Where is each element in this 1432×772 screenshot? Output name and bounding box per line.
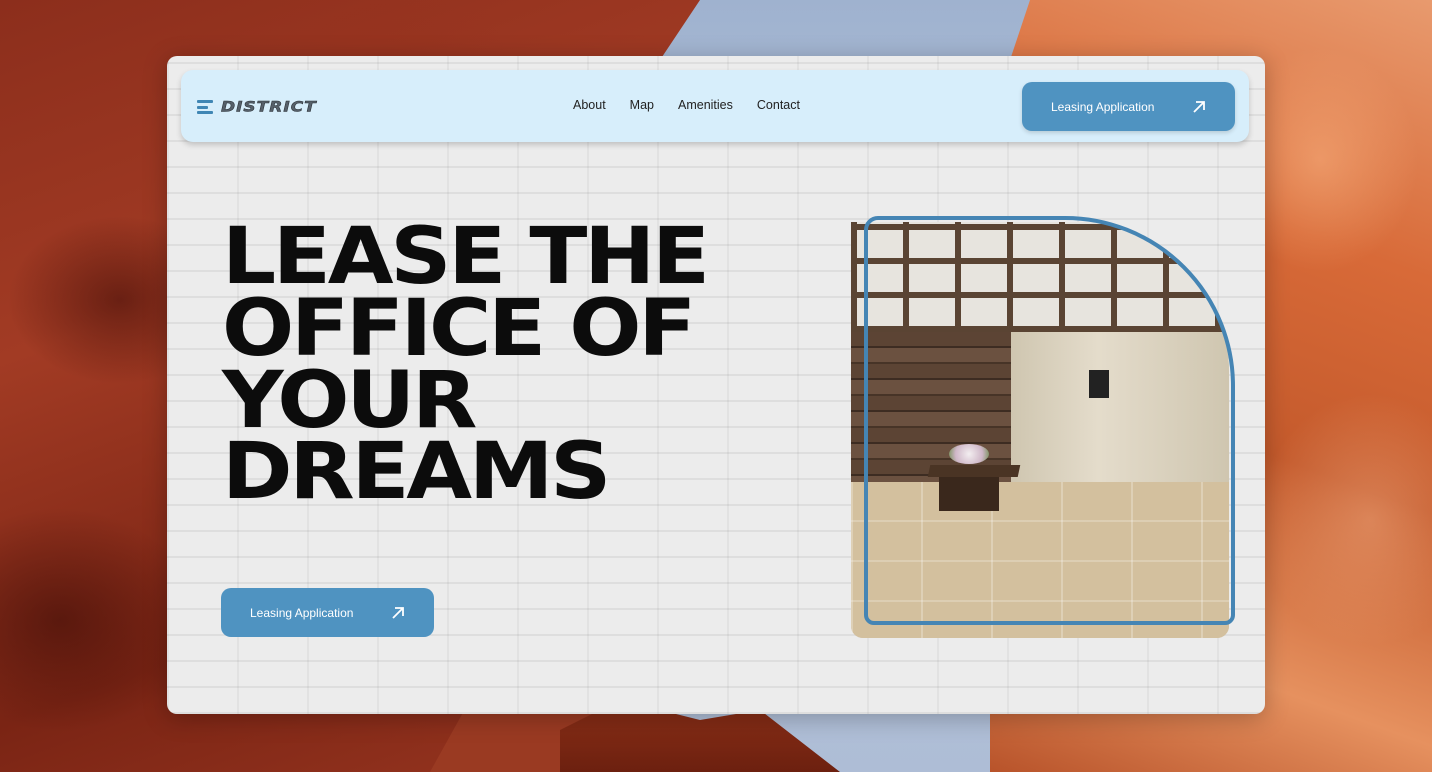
nav-links: About Map Amenities Contact [573, 98, 800, 112]
nav-cta-label: Leasing Application [1051, 99, 1155, 114]
hero-leasing-application-button[interactable]: Leasing Application [221, 588, 434, 637]
nav-link-map[interactable]: Map [630, 98, 654, 112]
logo[interactable]: DISTRICT [197, 98, 317, 116]
nav-link-about[interactable]: About [573, 98, 606, 112]
nav-link-contact[interactable]: Contact [757, 98, 800, 112]
nav-link-amenities[interactable]: Amenities [678, 98, 733, 112]
photo-frame [864, 216, 1235, 625]
arrow-up-right-icon [392, 606, 404, 619]
nav-leasing-application-button[interactable]: Leasing Application [1022, 82, 1235, 131]
arrow-up-right-icon [1193, 100, 1205, 113]
office-photo [851, 216, 1243, 638]
hero-card: DISTRICT About Map Amenities Contact Lea… [167, 56, 1265, 714]
district-logo-icon [197, 100, 213, 114]
brand-name: DISTRICT [221, 98, 317, 116]
hero-cta-label: Leasing Application [250, 605, 354, 620]
hero-title: LEASE THE OFFICE OF YOUR DREAMS [222, 212, 710, 518]
navbar: DISTRICT About Map Amenities Contact Lea… [181, 70, 1249, 142]
